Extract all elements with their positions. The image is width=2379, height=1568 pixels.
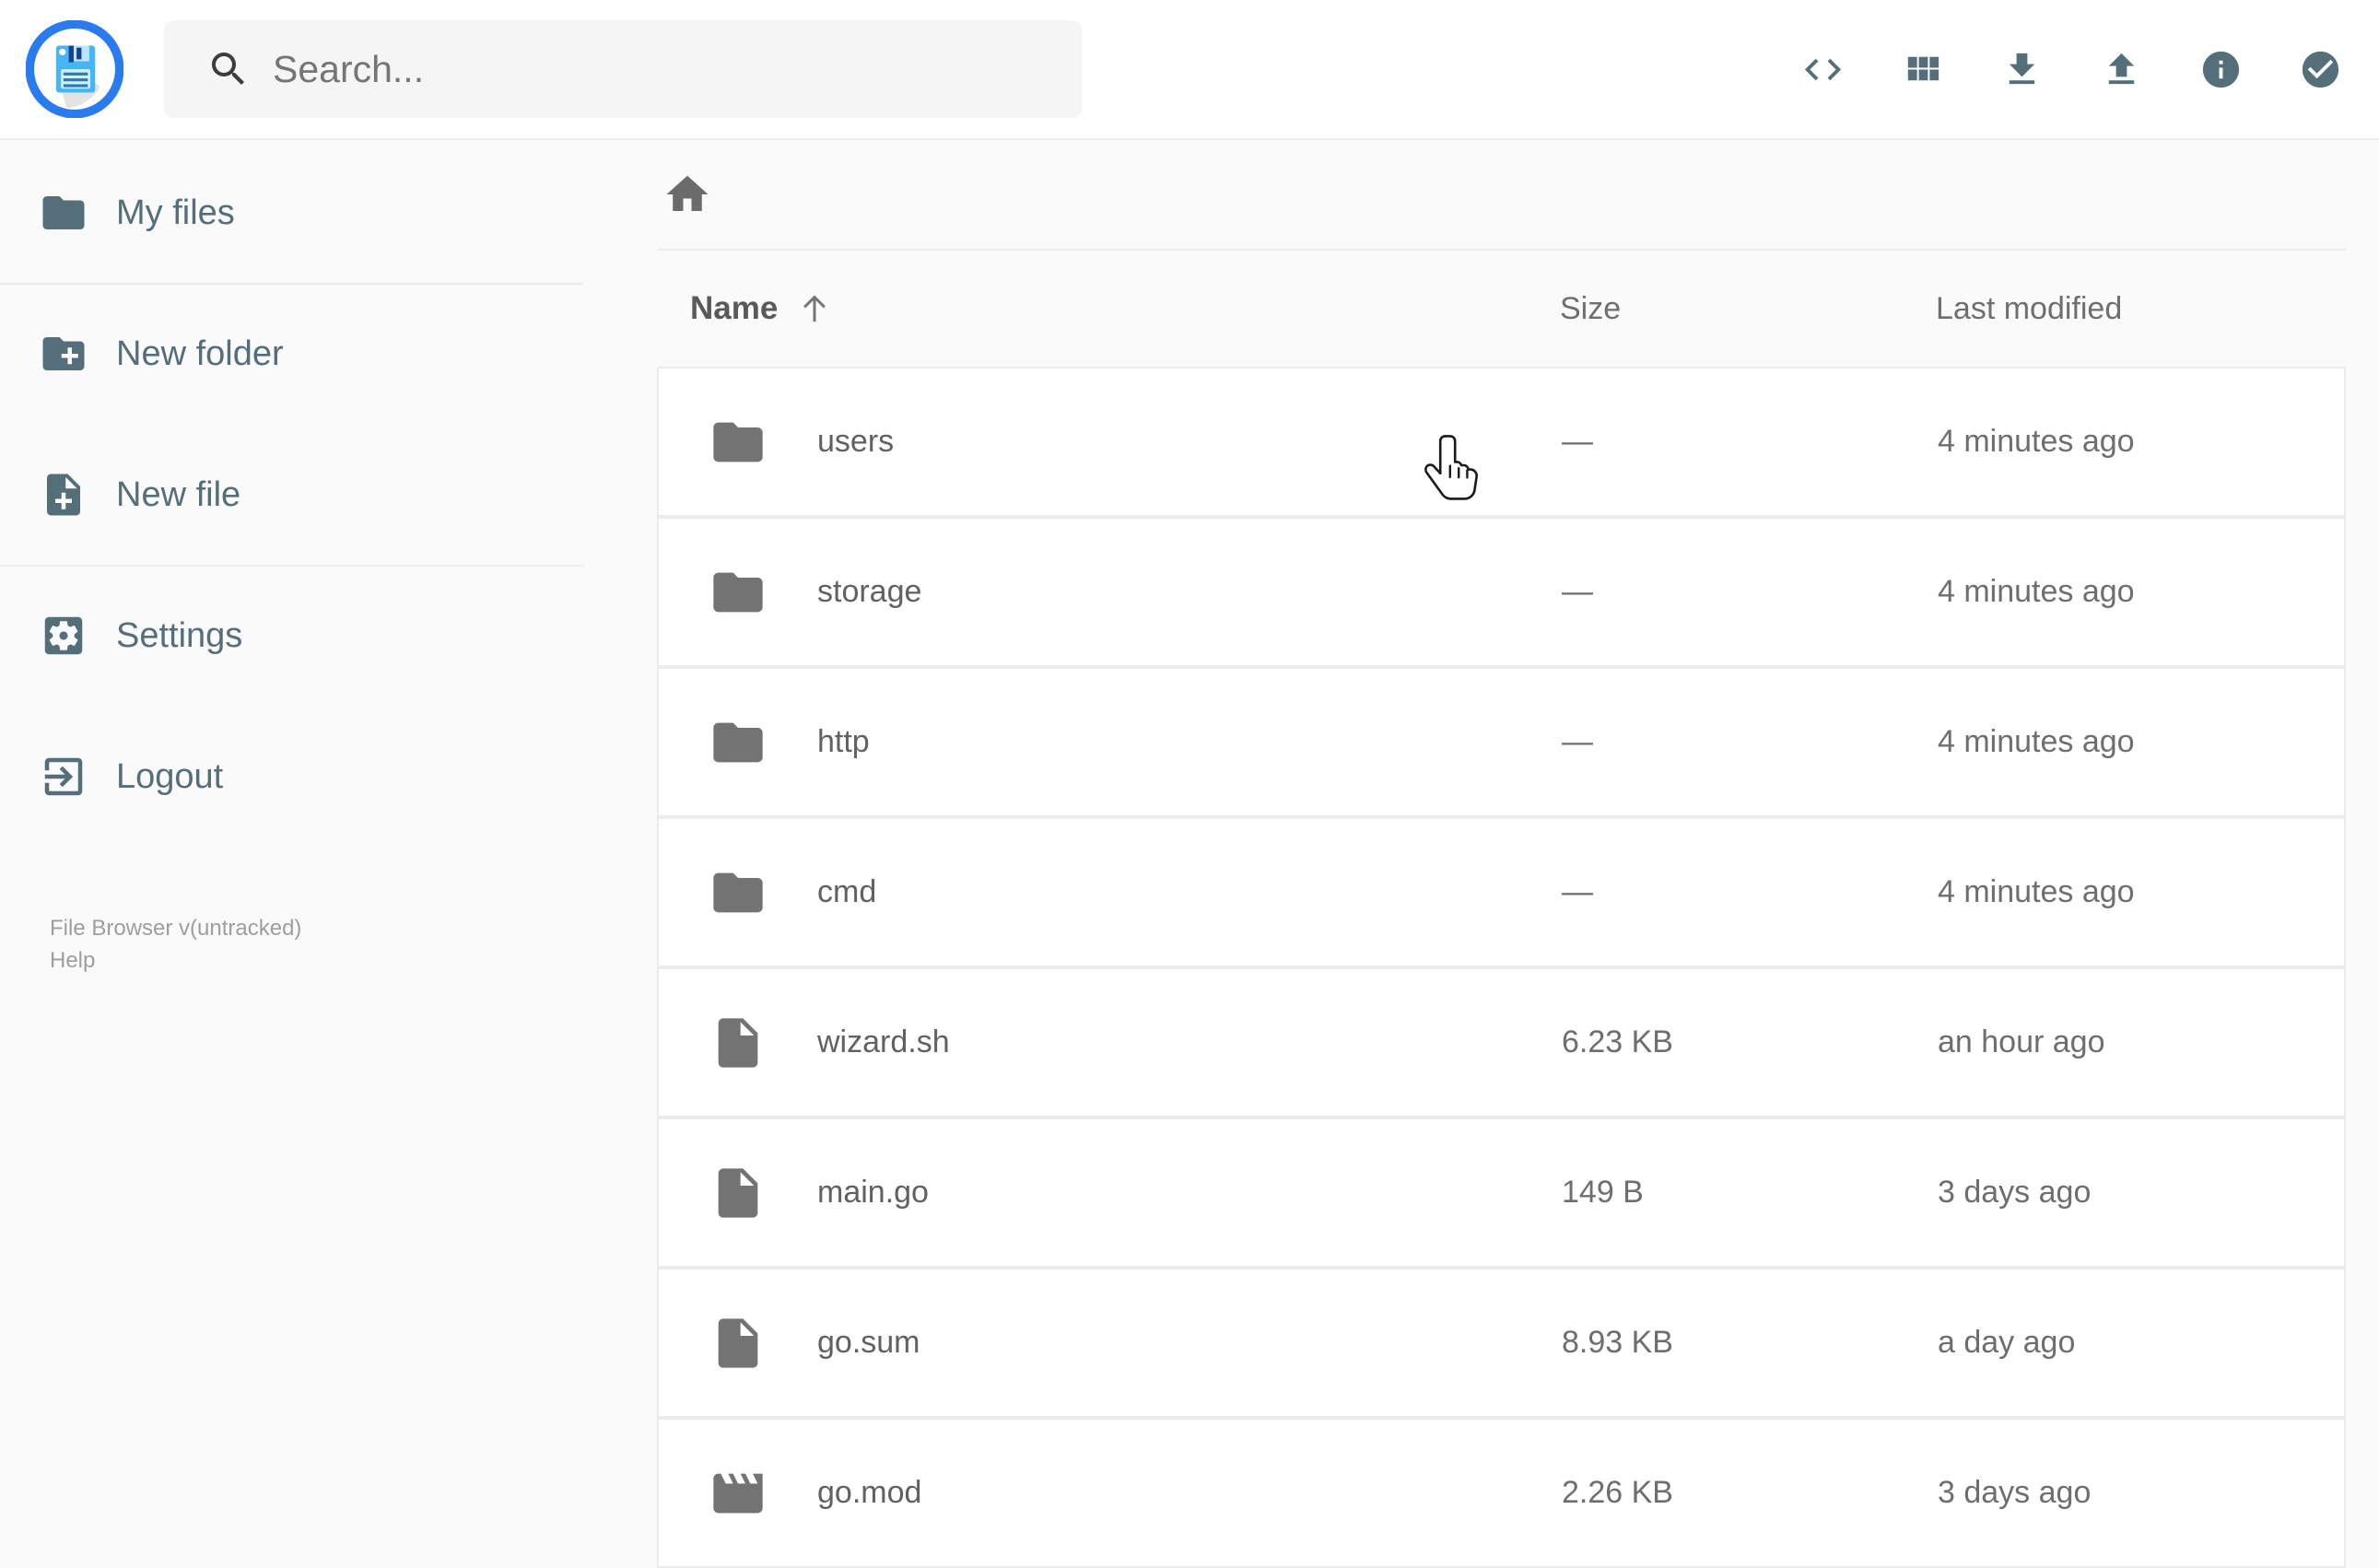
file-size: 2.26 KB	[1562, 1475, 1673, 1510]
file-name: cmd	[817, 874, 877, 909]
file-row-main.go[interactable]: main.go 149 B 3 days ago	[657, 1117, 2346, 1268]
file-size: 8.93 KB	[1562, 1325, 1673, 1360]
file-listing: Name Size Last modified users — 4 minute…	[657, 140, 2346, 1568]
column-header-size[interactable]: Size	[1560, 291, 1936, 327]
search-input[interactable]	[273, 47, 1028, 91]
folder-row-http[interactable]: http — 4 minutes ago	[657, 667, 2346, 817]
new-folder-icon	[39, 329, 88, 379]
file-type-icon	[709, 863, 768, 922]
folder-row-storage[interactable]: storage — 4 minutes ago	[657, 517, 2346, 667]
file-type-icon	[709, 1164, 768, 1223]
file-name: go.sum	[817, 1325, 920, 1360]
sidebar-item-my-files[interactable]: My files	[0, 167, 590, 259]
search-bar[interactable]	[164, 20, 1082, 118]
file-modified: a day ago	[1938, 1325, 2076, 1360]
file-modified: 4 minutes ago	[1938, 724, 2135, 759]
settings-icon	[39, 611, 88, 661]
download-icon[interactable]	[2000, 48, 2044, 91]
file-size: 6.23 KB	[1562, 1024, 1673, 1059]
upload-icon[interactable]	[2100, 48, 2143, 91]
file-name: http	[817, 724, 870, 759]
file-name: wizard.sh	[817, 1024, 950, 1059]
file-name-cell: go.sum	[659, 1314, 1562, 1373]
file-name: go.mod	[817, 1475, 922, 1510]
toolbar-actions	[1801, 0, 2342, 138]
file-type-icon	[709, 413, 768, 472]
file-modified: an hour ago	[1938, 1024, 2105, 1059]
divider	[0, 565, 583, 567]
file-name-cell: http	[659, 713, 1562, 772]
file-type-icon	[709, 1314, 768, 1373]
select-check-icon[interactable]	[2299, 48, 2342, 91]
sidebar-footer: File Browser v(untracked) Help	[50, 912, 590, 977]
file-size: —	[1562, 724, 1593, 759]
sidebar-item-label: My files	[116, 193, 235, 232]
code-icon[interactable]	[1801, 48, 1845, 91]
sidebar-item-new-folder[interactable]: New folder	[0, 308, 590, 400]
new-file-icon	[39, 470, 88, 520]
file-type-icon	[709, 713, 768, 772]
file-name-cell: wizard.sh	[659, 1013, 1562, 1072]
breadcrumb	[657, 140, 2346, 249]
file-size: 149 B	[1562, 1175, 1644, 1210]
file-name-cell: go.mod	[659, 1464, 1562, 1523]
sidebar-item-settings[interactable]: Settings	[0, 590, 590, 682]
column-header-name[interactable]: Name	[657, 290, 1560, 327]
file-size: —	[1562, 574, 1593, 609]
sidebar-item-label: New file	[116, 474, 241, 514]
sidebar-item-label: Settings	[116, 615, 243, 655]
folder-icon	[39, 188, 88, 238]
column-header-modified[interactable]: Last modified	[1936, 291, 2346, 327]
file-modified: 4 minutes ago	[1938, 574, 2135, 609]
file-modified: 3 days ago	[1938, 1175, 2092, 1210]
file-name: storage	[817, 574, 922, 609]
help-link[interactable]: Help	[50, 944, 590, 977]
file-name: users	[817, 424, 895, 459]
file-name-cell: main.go	[659, 1164, 1562, 1223]
sort-arrow-up-icon	[803, 295, 826, 322]
file-modified: 4 minutes ago	[1938, 874, 2135, 909]
file-browser-logo-icon[interactable]	[26, 20, 123, 118]
sidebar-item-logout[interactable]: Logout	[0, 731, 590, 823]
logout-icon	[39, 752, 88, 802]
divider	[0, 283, 583, 285]
search-icon	[206, 47, 251, 91]
file-row-go.sum[interactable]: go.sum 8.93 KB a day ago	[657, 1268, 2346, 1418]
sidebar-item-label: Logout	[116, 756, 224, 796]
listing-header: Name Size Last modified	[657, 251, 2346, 367]
folder-row-users[interactable]: users — 4 minutes ago	[657, 367, 2346, 517]
file-name-cell: cmd	[659, 863, 1562, 922]
sidebar-item-new-file[interactable]: New file	[0, 449, 590, 541]
home-icon[interactable]	[662, 170, 712, 219]
file-name-cell: storage	[659, 563, 1562, 622]
sidebar-item-label: New folder	[116, 333, 284, 373]
file-modified: 3 days ago	[1938, 1475, 2092, 1510]
top-bar	[0, 0, 2379, 140]
file-size: —	[1562, 874, 1593, 909]
listing-rows: users — 4 minutes ago storage — 4 minute…	[657, 367, 2346, 1568]
file-name: main.go	[817, 1175, 929, 1210]
file-name-cell: users	[659, 413, 1562, 472]
file-row-go.mod[interactable]: go.mod 2.26 KB 3 days ago	[657, 1418, 2346, 1568]
version-text: File Browser v(untracked)	[50, 916, 302, 941]
folder-row-cmd[interactable]: cmd — 4 minutes ago	[657, 817, 2346, 967]
sidebar: My files New folder New file Settings Lo…	[0, 140, 590, 977]
file-row-wizard.sh[interactable]: wizard.sh 6.23 KB an hour ago	[657, 967, 2346, 1117]
grid-view-icon[interactable]	[1901, 48, 1944, 91]
file-type-icon	[709, 1013, 768, 1072]
file-size: —	[1562, 424, 1593, 459]
file-type-icon	[709, 1464, 768, 1523]
file-type-icon	[709, 563, 768, 622]
info-icon[interactable]	[2199, 48, 2243, 91]
file-modified: 4 minutes ago	[1938, 424, 2135, 459]
